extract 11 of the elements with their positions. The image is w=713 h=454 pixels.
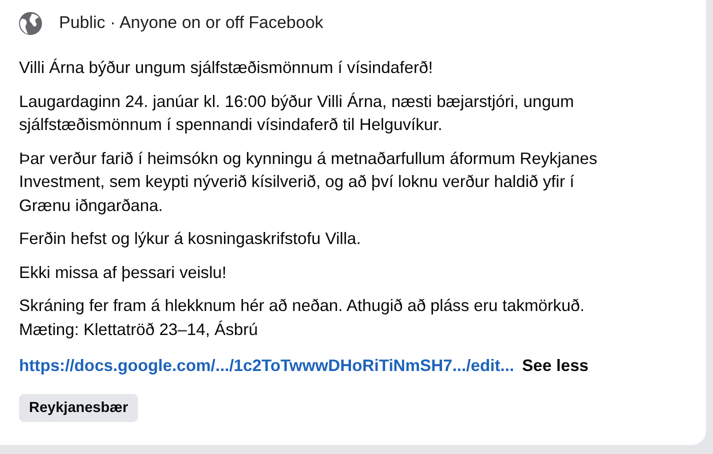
post-paragraph: Laugardaginn 24. janúar kl. 16:00 býður Villi Árna, næsti bæjarstjóri, ungum sjálfstæðismönnum í spennandi vísindaferð til Helguvíkur. [19, 90, 575, 136]
see-less-link[interactable]: See less [522, 354, 589, 378]
audience-label: Public · Anyone on or off Facebook [59, 13, 324, 33]
post-paragraph: Ekki missa af þessari veislu! [19, 262, 228, 284]
topic-tag[interactable]: Reykjanesbær [19, 394, 138, 422]
post-paragraph: Ferðin hefst og lýkur á kosningaskrifstofu Villa. [19, 228, 362, 250]
document-link[interactable]: https://docs.google.com/.../1c2ToTwwwDHoRiTiNmSH7.../edit... [19, 354, 514, 378]
post-paragraph: Skráning fer fram á hlekknum hér að neðan. Athugið að pláss eru takmörkuð. Mæting: Klettatröð 23–14, Ásbrú [19, 295, 586, 340]
post-paragraph: Villi Árna býður ungum sjálfstæðismönnum í vísindaferð! [19, 57, 434, 79]
globe-icon [19, 12, 42, 34]
post-paragraph: Þar verður farið í heimsókn og kynningu á metnaðarfullum áformum Reykjanes Investment, sem keypti nýverið kísilverið, og að því loknu verður haldið yfir í Grænu iðngarðana. [19, 148, 598, 216]
